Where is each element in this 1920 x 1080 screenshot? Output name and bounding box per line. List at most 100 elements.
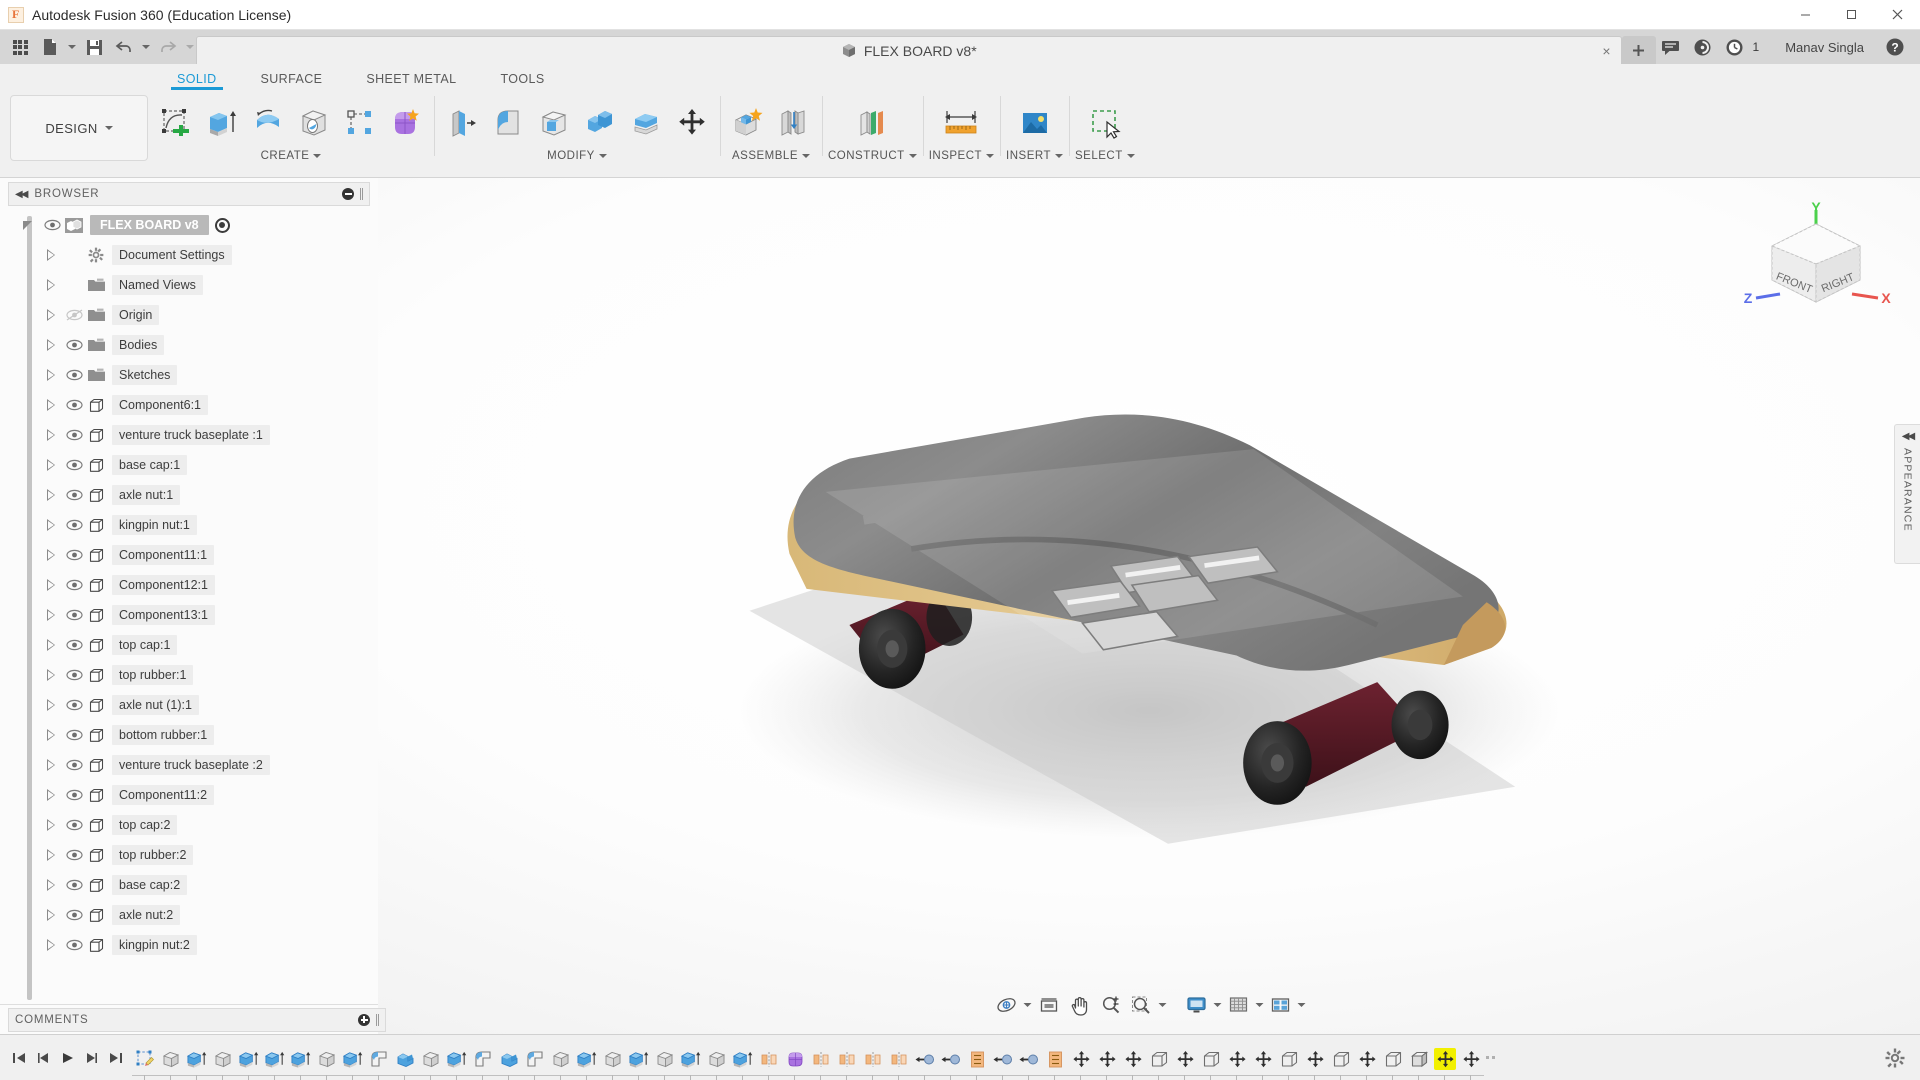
expand-arrow-icon[interactable] [44, 727, 60, 743]
timeline-feature[interactable] [1016, 1045, 1042, 1080]
tree-item[interactable]: Component13:1 [0, 600, 378, 630]
view-cube[interactable]: Y X Z FRONT RIGHT [1736, 199, 1896, 322]
insert-canvas-icon[interactable] [1013, 98, 1057, 148]
create-form-icon[interactable] [384, 98, 428, 148]
undo-dropdown[interactable] [140, 33, 152, 61]
visibility-eye-icon[interactable] [64, 457, 84, 473]
visibility-eye-icon[interactable] [64, 427, 84, 443]
timeline-feature[interactable] [964, 1045, 990, 1080]
tree-item[interactable]: base cap:1 [0, 450, 378, 480]
timeline-feature[interactable] [184, 1045, 210, 1080]
timeline-track[interactable] [132, 1035, 1878, 1080]
look-at-icon[interactable] [1035, 991, 1063, 1019]
minimize-button[interactable] [1782, 0, 1828, 30]
expand-arrow-icon[interactable] [44, 667, 60, 683]
expand-arrow-icon[interactable] [44, 307, 60, 323]
redo-dropdown[interactable] [184, 33, 196, 61]
expand-arrow-icon[interactable] [44, 427, 60, 443]
visibility-eye-icon[interactable] [64, 937, 84, 953]
timeline-feature[interactable] [860, 1045, 886, 1080]
expand-arrow-icon[interactable] [44, 787, 60, 803]
tree-item[interactable]: venture truck baseplate :1 [0, 420, 378, 450]
ribbon-group-insert-label[interactable]: INSERT [1006, 150, 1064, 162]
tree-item[interactable]: top cap:1 [0, 630, 378, 660]
timeline-feature[interactable] [1094, 1045, 1120, 1080]
job-status-clock-icon[interactable] [1720, 32, 1750, 62]
step-forward-icon[interactable] [80, 1046, 102, 1070]
rectangular-pattern-icon[interactable] [338, 98, 382, 148]
move-copy-icon[interactable] [670, 98, 714, 148]
help-question-icon[interactable]: ? [1880, 32, 1910, 62]
timeline-feature[interactable] [678, 1045, 704, 1080]
close-button[interactable] [1874, 0, 1920, 30]
new-document-dropdown[interactable] [66, 33, 78, 61]
measure-icon[interactable] [939, 98, 983, 148]
tree-item[interactable]: Component11:1 [0, 540, 378, 570]
tree-item[interactable]: top cap:2 [0, 810, 378, 840]
expand-arrow-icon[interactable] [44, 577, 60, 593]
timeline-feature[interactable] [236, 1045, 262, 1080]
visibility-eye-icon[interactable] [64, 487, 84, 503]
tree-item[interactable]: kingpin nut:2 [0, 930, 378, 960]
select-window-icon[interactable] [1083, 98, 1127, 148]
document-tab[interactable]: FLEX BOARD v8* × [196, 36, 1622, 64]
tree-item[interactable]: Component12:1 [0, 570, 378, 600]
timeline-feature[interactable] [938, 1045, 964, 1080]
offset-face-icon[interactable] [624, 98, 668, 148]
timeline-feature[interactable] [1302, 1045, 1328, 1080]
tree-item[interactable]: Origin [0, 300, 378, 330]
visibility-eye-icon[interactable] [64, 727, 84, 743]
timeline-feature[interactable] [1172, 1045, 1198, 1080]
tree-item[interactable]: venture truck baseplate :2 [0, 750, 378, 780]
timeline-feature[interactable] [1458, 1045, 1484, 1080]
timeline-feature[interactable] [262, 1045, 288, 1080]
timeline-feature[interactable] [1380, 1045, 1406, 1080]
undo-icon[interactable] [110, 33, 138, 61]
expand-arrow-icon[interactable] [22, 217, 38, 233]
hole-icon[interactable] [292, 98, 336, 148]
tree-item[interactable]: Component11:2 [0, 780, 378, 810]
visibility-eye-icon[interactable] [64, 517, 84, 533]
play-icon[interactable] [56, 1046, 78, 1070]
timeline-feature[interactable] [1068, 1045, 1094, 1080]
circle-plus-icon[interactable] [358, 1013, 370, 1026]
document-tab-close-icon[interactable]: × [1602, 43, 1610, 59]
timeline-feature[interactable] [886, 1045, 912, 1080]
timeline-feature[interactable] [1250, 1045, 1276, 1080]
visibility-eye-icon[interactable] [64, 787, 84, 803]
viewports-dropdown-caret[interactable] [1297, 1003, 1306, 1007]
jump-to-end-icon[interactable] [104, 1046, 126, 1070]
timeline-feature[interactable] [782, 1045, 808, 1080]
visibility-eye-icon[interactable] [64, 667, 84, 683]
expand-arrow-icon[interactable] [44, 937, 60, 953]
timeline-feature[interactable] [1224, 1045, 1250, 1080]
timeline-feature[interactable] [470, 1045, 496, 1080]
notification-icon[interactable] [1688, 32, 1718, 62]
press-pull-icon[interactable] [440, 98, 484, 148]
timeline-feature[interactable] [1328, 1045, 1354, 1080]
timeline-feature[interactable] [1432, 1045, 1458, 1080]
timeline-feature[interactable] [392, 1045, 418, 1080]
tree-item[interactable]: Document Settings [0, 240, 378, 270]
timeline-feature[interactable] [912, 1045, 938, 1080]
fillet-icon[interactable] [486, 98, 530, 148]
panel-grip-icon[interactable] [360, 188, 363, 200]
redo-icon[interactable] [154, 33, 182, 61]
expand-arrow-icon[interactable] [44, 877, 60, 893]
step-back-icon[interactable] [32, 1046, 54, 1070]
new-component-icon[interactable] [726, 98, 770, 148]
tree-item[interactable]: kingpin nut:1 [0, 510, 378, 540]
display-settings-dropdown-caret[interactable] [1213, 1003, 1222, 1007]
zoom-icon[interactable] [1097, 991, 1125, 1019]
maximize-button[interactable] [1828, 0, 1874, 30]
timeline-feature[interactable] [574, 1045, 600, 1080]
app-grid-icon[interactable] [6, 33, 34, 61]
timeline-settings-gear-icon[interactable] [1878, 1035, 1912, 1080]
timeline-feature[interactable] [444, 1045, 470, 1080]
visibility-eye-icon[interactable] [64, 697, 84, 713]
timeline-feature[interactable] [1198, 1045, 1224, 1080]
tab-sheet-metal[interactable]: SHEET METAL [344, 72, 478, 90]
timeline-feature[interactable] [652, 1045, 678, 1080]
revolve-icon[interactable] [246, 98, 290, 148]
expand-arrow-icon[interactable] [44, 547, 60, 563]
